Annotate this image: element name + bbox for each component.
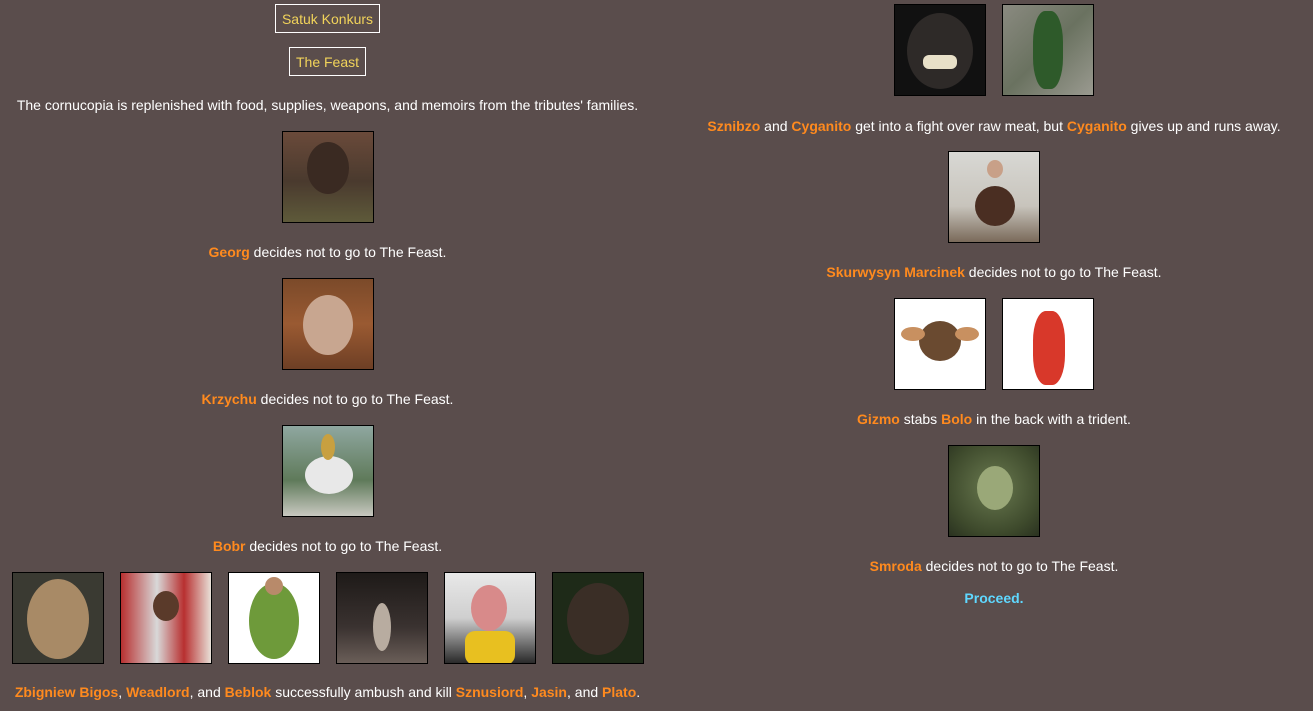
tribute-name: Plato xyxy=(602,684,637,700)
tribute-avatar-georg xyxy=(281,131,374,223)
tribute-avatar-jasin xyxy=(443,572,536,664)
tribute-avatar-zbigniew-bigos xyxy=(11,572,104,664)
tribute-name: Cyganito xyxy=(1066,118,1127,134)
ambush-avatars xyxy=(0,572,655,664)
event-text: decides not to go to The Feast. xyxy=(921,558,1119,574)
tribute-name: Sznibzo xyxy=(707,118,761,134)
tribute-avatar-bobr xyxy=(281,425,374,517)
event-text: , and xyxy=(189,684,225,700)
event-text: decides not to go to The Feast. xyxy=(249,244,447,260)
tribute-avatar-gizmo xyxy=(894,298,986,390)
tribute-name: Skurwysyn Marcinek xyxy=(826,264,965,280)
tribute-name: Gizmo xyxy=(857,411,900,427)
tribute-name: Georg xyxy=(208,244,250,260)
event-bobr: Bobr decides not to go to The Feast. xyxy=(0,538,655,554)
tribute-avatar-bolo xyxy=(1002,298,1094,390)
event-stab: Gizmo stabs Bolo in the back with a trid… xyxy=(675,411,1313,427)
proceed-link[interactable]: Proceed. xyxy=(964,590,1023,606)
event-text: in the back with a trident. xyxy=(972,411,1131,427)
event-text: , and xyxy=(567,684,603,700)
tribute-avatar-plato xyxy=(551,572,644,664)
tribute-avatar-cyganito xyxy=(1002,4,1094,96)
event-fight: Sznibzo and Cyganito get into a fight ov… xyxy=(675,118,1313,134)
intro-text: The cornucopia is replenished with food,… xyxy=(16,97,639,113)
fight-avatars xyxy=(675,4,1313,96)
tribute-avatar-smroda xyxy=(948,445,1040,537)
tribute-name: Bobr xyxy=(212,538,246,554)
tribute-avatar-sznibzo xyxy=(894,4,986,96)
tribute-avatar-beblok xyxy=(227,572,320,664)
event-text: decides not to go to The Feast. xyxy=(256,391,454,407)
event-text: , xyxy=(118,684,127,700)
tribute-name: Bolo xyxy=(941,411,973,427)
event-ambush: Zbigniew Bigos, Weadlord, and Beblok suc… xyxy=(0,684,655,700)
tribute-avatar-krzychu xyxy=(281,278,374,370)
event-text: gives up and runs away. xyxy=(1126,118,1281,134)
tribute-name: Cyganito xyxy=(791,118,852,134)
event-smroda: Smroda decides not to go to The Feast. xyxy=(675,558,1313,574)
event-text: decides not to go to The Feast. xyxy=(964,264,1162,280)
event-text: get into a fight over raw meat, but xyxy=(851,118,1067,134)
site-title-button[interactable]: Satuk Konkurs xyxy=(274,4,381,33)
tribute-name: Beblok xyxy=(224,684,272,700)
event-text: stabs xyxy=(899,411,942,427)
tribute-name: Zbigniew Bigos xyxy=(14,684,119,700)
tribute-name: Jasin xyxy=(531,684,567,700)
tribute-avatar-sznusiord xyxy=(335,572,428,664)
event-georg: Georg decides not to go to The Feast. xyxy=(0,244,655,260)
event-skurwysyn: Skurwysyn Marcinek decides not to go to … xyxy=(675,264,1313,280)
tribute-avatar-skurwysyn-marcinek xyxy=(948,151,1040,243)
event-text: successfully ambush and kill xyxy=(271,684,456,700)
event-title-button[interactable]: The Feast xyxy=(288,47,367,76)
event-text: . xyxy=(636,684,641,700)
tribute-name: Weadlord xyxy=(126,684,190,700)
event-text: and xyxy=(760,118,792,134)
stab-avatars xyxy=(675,298,1313,390)
tribute-avatar-weadlord xyxy=(119,572,212,664)
tribute-name: Sznusiord xyxy=(455,684,524,700)
event-krzychu: Krzychu decides not to go to The Feast. xyxy=(0,391,655,407)
tribute-name: Smroda xyxy=(869,558,922,574)
event-text: decides not to go to The Feast. xyxy=(245,538,443,554)
tribute-name: Krzychu xyxy=(201,391,257,407)
